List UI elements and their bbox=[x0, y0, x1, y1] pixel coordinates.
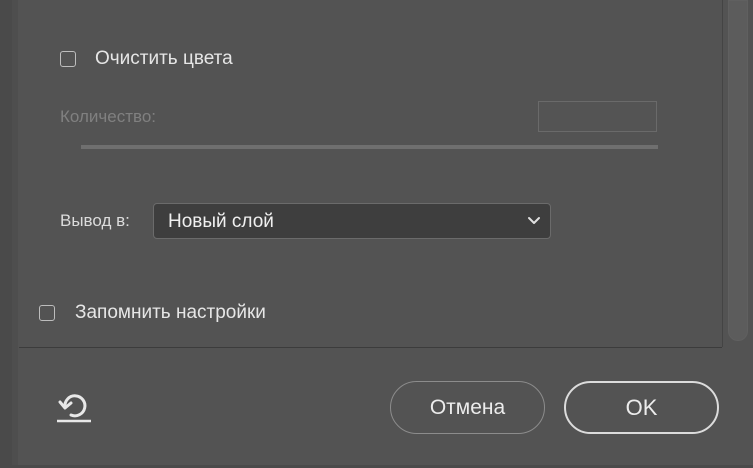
clean-colors-label[interactable]: Очистить цвета bbox=[95, 48, 233, 70]
amount-slider[interactable] bbox=[81, 145, 658, 149]
amount-input[interactable] bbox=[538, 101, 657, 132]
scrollbar-thumb[interactable] bbox=[728, 0, 748, 341]
cancel-button[interactable]: Отмена bbox=[390, 381, 545, 434]
remember-settings-label[interactable]: Запомнить настройки bbox=[75, 302, 266, 324]
output-label: Вывод в: bbox=[60, 211, 130, 230]
amount-label: Количество: bbox=[60, 107, 157, 126]
clean-colors-checkbox[interactable] bbox=[60, 51, 76, 67]
remember-settings-checkbox[interactable] bbox=[39, 305, 55, 321]
refine-edge-output-dialog: Очистить цвета Количество: Вывод в: Новы… bbox=[0, 0, 753, 468]
ok-button[interactable]: OK bbox=[564, 381, 719, 434]
chevron-down-icon bbox=[528, 217, 540, 224]
undo-icon[interactable] bbox=[55, 392, 93, 424]
output-select[interactable]: Новый слой bbox=[153, 203, 551, 239]
left-panel-divider bbox=[12, 0, 18, 468]
output-selected-value: Новый слой bbox=[168, 211, 274, 232]
